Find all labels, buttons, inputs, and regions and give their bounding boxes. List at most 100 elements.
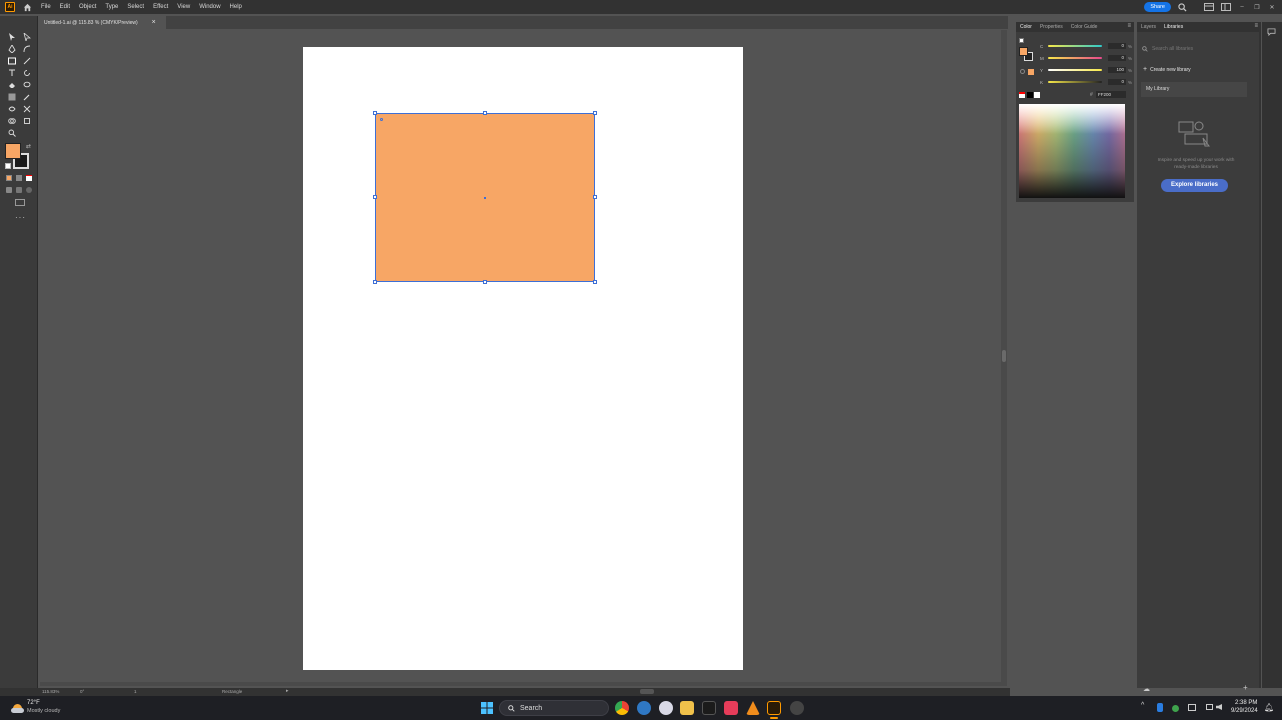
create-new-library-button[interactable]: + Create new library xyxy=(1143,66,1191,73)
bluetooth-icon[interactable] xyxy=(1157,703,1163,712)
artboard-number[interactable]: 1 xyxy=(134,689,137,694)
search-icon[interactable] xyxy=(1178,2,1187,12)
gamut-swatch[interactable] xyxy=(1028,69,1034,75)
bridge-icon[interactable] xyxy=(702,701,716,715)
yellow-slider[interactable] xyxy=(1047,69,1103,71)
document-tab[interactable]: Untitled-1.ai @ 115.83 % (CMYK/Preview) … xyxy=(40,16,166,29)
vlc-icon[interactable] xyxy=(746,701,760,715)
edit-toolbar-icon[interactable]: ··· xyxy=(15,213,26,222)
color-mode-icon[interactable] xyxy=(6,175,12,181)
default-colors-icon[interactable] xyxy=(5,163,11,169)
close-window-icon[interactable]: ✕ xyxy=(1268,4,1276,11)
resize-handle-top[interactable] xyxy=(483,111,487,115)
menu-window[interactable]: Window xyxy=(199,4,220,10)
yellow-value[interactable]: 100 xyxy=(1108,67,1126,73)
windows-start-icon[interactable] xyxy=(481,702,493,714)
direct-selection-tool-icon[interactable] xyxy=(22,32,32,42)
out-of-gamut-icon[interactable] xyxy=(1020,69,1025,74)
workspace-icon[interactable] xyxy=(1204,3,1214,11)
menu-file[interactable]: File xyxy=(41,4,51,10)
panel-fill-swatch[interactable] xyxy=(1019,47,1028,56)
restore-icon[interactable]: ❐ xyxy=(1253,4,1261,11)
horizontal-scroll-thumb[interactable] xyxy=(640,689,654,694)
none-mode-icon[interactable] xyxy=(26,175,32,181)
gradient-tool-icon[interactable] xyxy=(7,92,17,102)
black-swatch[interactable] xyxy=(1027,92,1033,98)
magenta-value[interactable]: 0 xyxy=(1108,55,1126,61)
rotate-tool-icon[interactable] xyxy=(22,68,32,78)
black-slider[interactable] xyxy=(1047,81,1103,83)
clock-time[interactable]: 2:38 PM xyxy=(1235,700,1257,706)
cloud-icon[interactable]: ☁ xyxy=(1143,685,1150,693)
taskbar-search[interactable]: Search xyxy=(499,700,609,716)
menu-select[interactable]: Select xyxy=(127,4,144,10)
vertical-scroll-thumb[interactable] xyxy=(1002,350,1006,362)
clock-date[interactable]: 9/29/2024 xyxy=(1231,708,1258,714)
scissors-tool-icon[interactable] xyxy=(22,104,32,114)
tab-properties[interactable]: Properties xyxy=(1040,24,1063,30)
swap-fill-stroke-icon[interactable]: ⇄ xyxy=(26,143,31,150)
libraries-scrollbar[interactable] xyxy=(1259,22,1261,688)
selection-tool-icon[interactable] xyxy=(7,32,17,42)
magenta-slider[interactable] xyxy=(1047,57,1103,59)
libraries-menu-icon[interactable]: ≡ xyxy=(1254,23,1258,29)
weather-icon[interactable] xyxy=(11,702,24,714)
tab-color[interactable]: Color xyxy=(1020,24,1032,30)
rectangle-tool-icon[interactable] xyxy=(7,56,17,66)
comments-icon[interactable] xyxy=(1267,28,1276,36)
draw-normal-icon[interactable] xyxy=(6,187,12,193)
status-menu-arrow-icon[interactable]: ▸ xyxy=(286,688,289,694)
artboard-tool-icon[interactable] xyxy=(22,116,32,126)
menu-view[interactable]: View xyxy=(177,4,190,10)
menu-help[interactable]: Help xyxy=(230,4,242,10)
draw-behind-icon[interactable] xyxy=(16,187,22,193)
shape-builder-tool-icon[interactable] xyxy=(7,116,17,126)
tab-color-guide[interactable]: Color Guide xyxy=(1071,24,1098,30)
network-icon[interactable] xyxy=(1206,704,1213,710)
illustrator-taskbar-icon[interactable] xyxy=(767,701,781,715)
horizontal-scrollbar[interactable] xyxy=(40,682,1007,686)
gradient-mode-icon[interactable] xyxy=(16,175,22,181)
minimize-icon[interactable]: – xyxy=(1238,4,1246,10)
selected-rectangle[interactable] xyxy=(373,111,597,284)
default-fill-stroke-icon[interactable] xyxy=(1019,38,1024,43)
black-value[interactable]: 0 xyxy=(1108,79,1126,85)
file-explorer-icon[interactable] xyxy=(680,701,694,715)
artboard[interactable] xyxy=(303,47,743,670)
zoom-tool-icon[interactable] xyxy=(7,128,17,138)
share-button[interactable]: Share xyxy=(1144,2,1171,12)
creative-cloud-icon[interactable] xyxy=(724,701,738,715)
chrome-icon[interactable] xyxy=(615,701,629,715)
cyan-value[interactable]: 0 xyxy=(1108,43,1126,49)
resize-handle-top-left[interactable] xyxy=(373,111,377,115)
type-tool-icon[interactable] xyxy=(7,68,17,78)
menu-object[interactable]: Object xyxy=(79,4,96,10)
cyan-slider[interactable] xyxy=(1047,45,1103,47)
none-swatch[interactable] xyxy=(1019,92,1025,98)
zoom-level[interactable]: 115.83% xyxy=(42,689,59,694)
resize-handle-bottom-right[interactable] xyxy=(593,280,597,284)
add-library-icon[interactable]: + xyxy=(1243,683,1248,692)
vertical-scrollbar[interactable] xyxy=(1001,30,1007,686)
itunes-icon[interactable] xyxy=(659,701,673,715)
paintbrush-tool-icon[interactable] xyxy=(22,56,32,66)
menu-effect[interactable]: Effect xyxy=(153,4,168,10)
lasso-tool-icon[interactable] xyxy=(22,80,32,90)
arrange-documents-icon[interactable] xyxy=(1221,3,1231,11)
show-hidden-icons[interactable]: ^ xyxy=(1141,702,1144,709)
eraser-tool-icon[interactable] xyxy=(7,80,17,90)
panel-menu-icon[interactable]: ≡ xyxy=(1127,23,1131,29)
pen-tool-icon[interactable] xyxy=(7,44,17,54)
fill-swatch[interactable] xyxy=(5,143,21,159)
resize-handle-bottom-left[interactable] xyxy=(373,280,377,284)
screen-mode-icon[interactable] xyxy=(15,199,25,206)
resize-handle-right[interactable] xyxy=(593,195,597,199)
curvature-tool-icon[interactable] xyxy=(22,44,32,54)
resize-handle-left[interactable] xyxy=(373,195,377,199)
tab-layers[interactable]: Layers xyxy=(1141,24,1156,30)
library-search-field[interactable]: Search all libraries xyxy=(1142,44,1256,54)
explore-libraries-button[interactable]: Explore libraries xyxy=(1161,179,1228,192)
close-tab-icon[interactable]: × xyxy=(152,19,156,26)
draw-inside-icon[interactable] xyxy=(26,187,32,193)
notification-bell-icon[interactable]: 🔔︎ xyxy=(1264,703,1274,712)
